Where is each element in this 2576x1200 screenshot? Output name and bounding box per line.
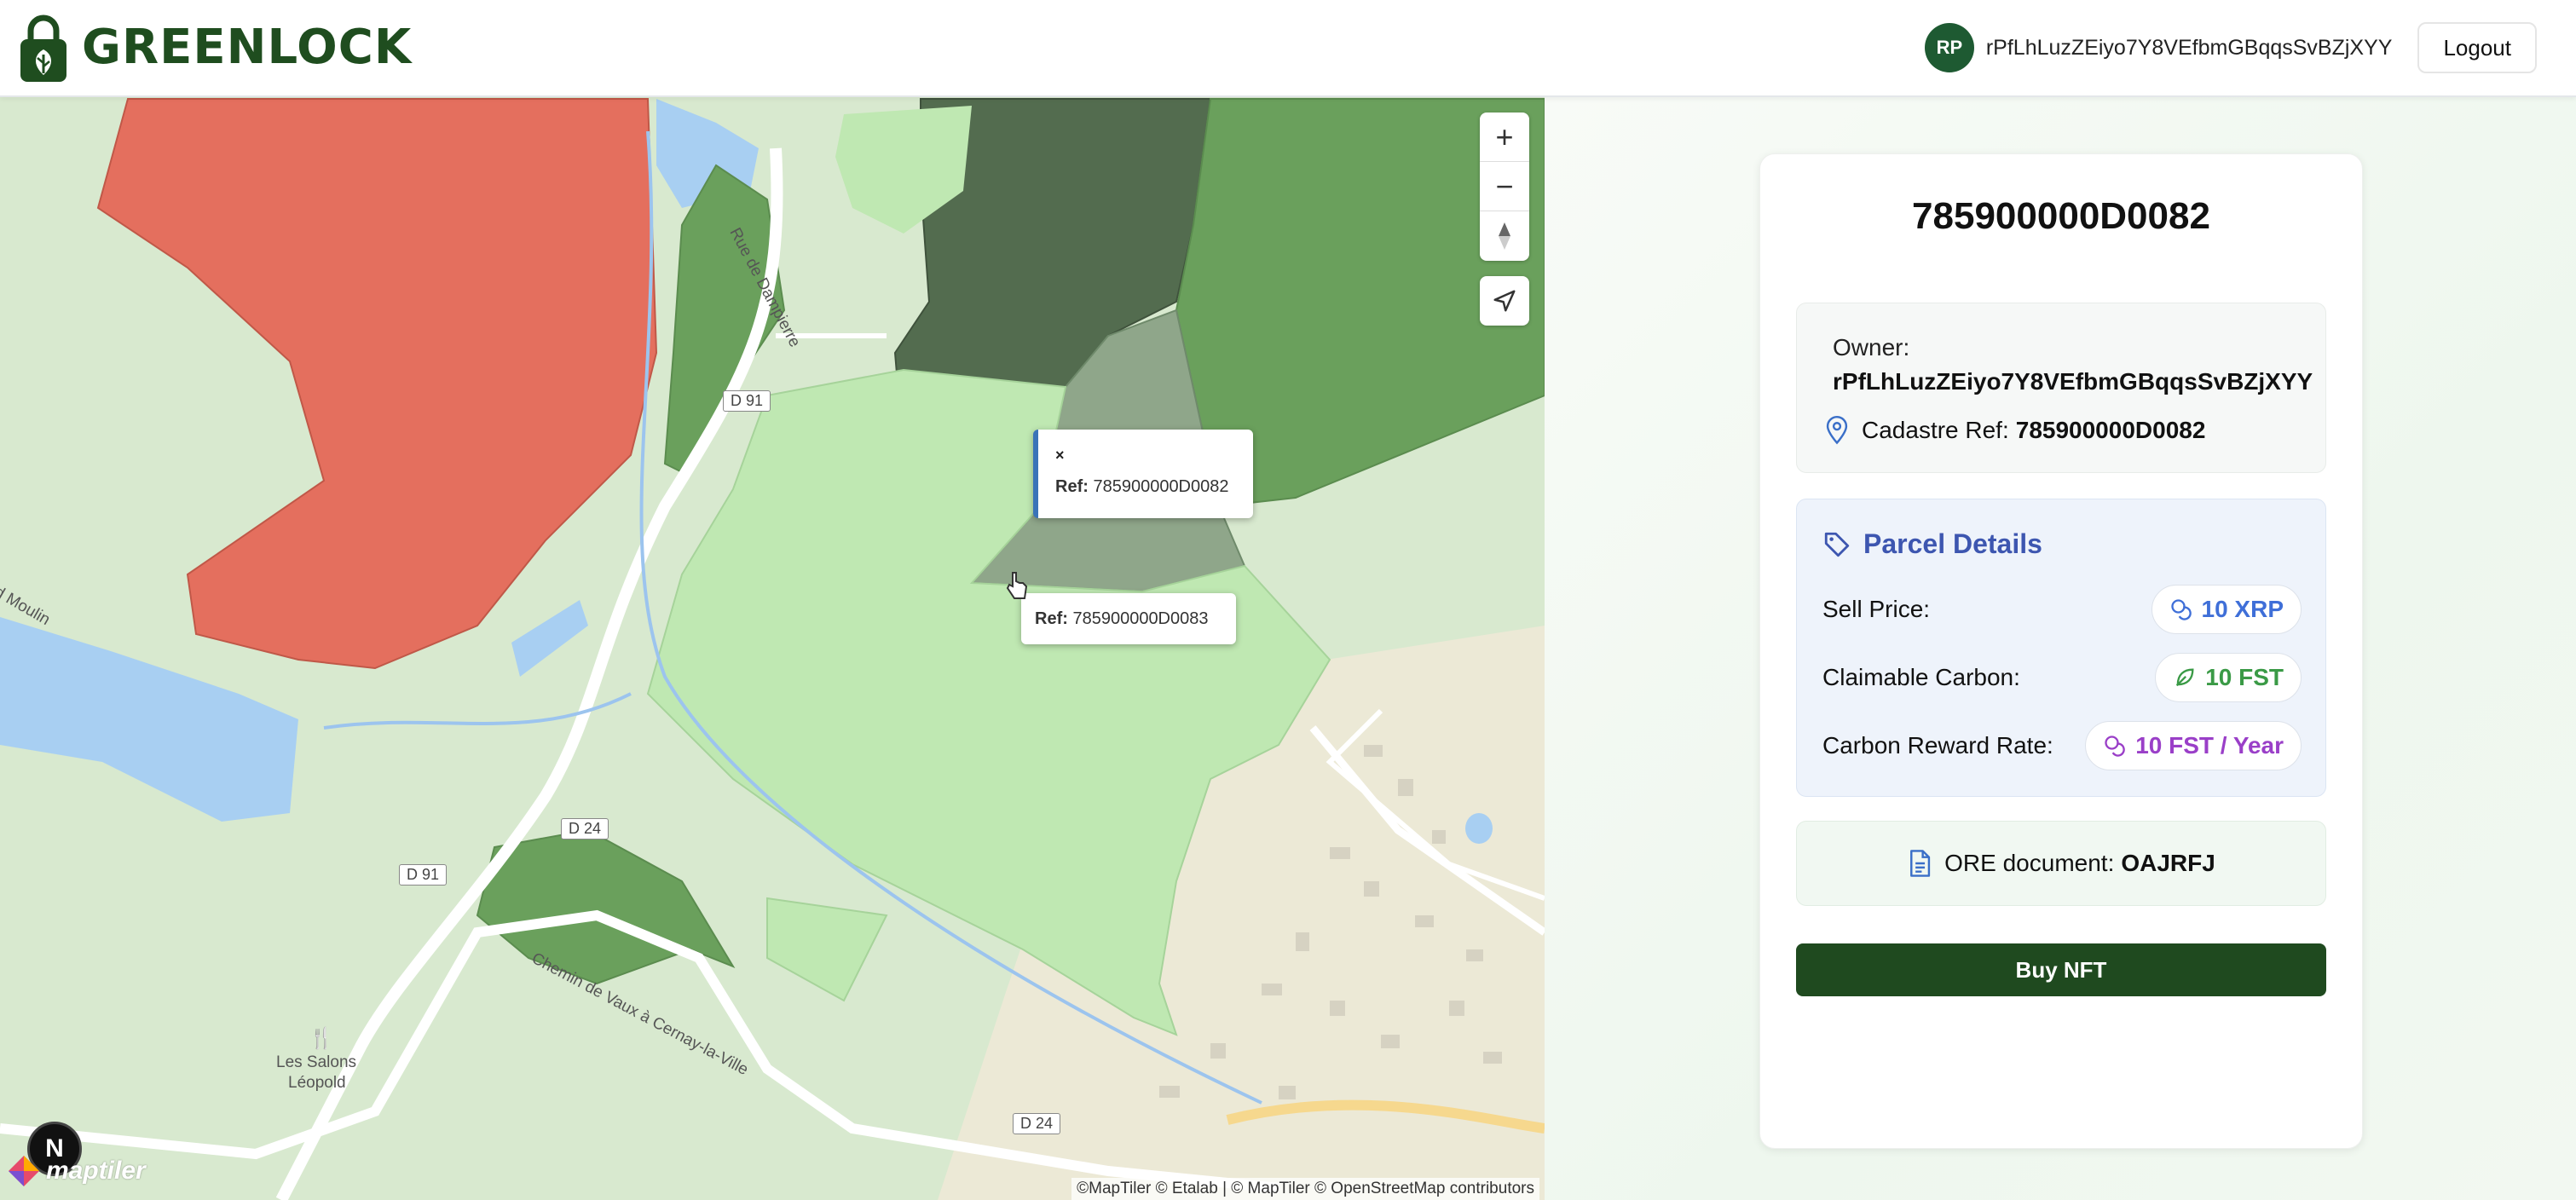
coins-icon: [2170, 599, 2192, 620]
user-area: RP rPfLhLuzZEiyo7Y8VEfbmGBqqsSvBZjXYY Lo…: [1924, 22, 2537, 73]
zoom-controls: + −: [1480, 112, 1529, 261]
parcel-popup: × Ref: 785900000D0082: [1033, 430, 1253, 518]
map-attribution[interactable]: ©MapTiler © Etalab | © MapTiler © OpenSt…: [1071, 1178, 1539, 1200]
sell-price-badge: 10 XRP: [2151, 585, 2302, 634]
cadastre-label: Cadastre Ref:: [1862, 417, 2009, 443]
restaurant-icon: 🍴: [309, 1027, 334, 1050]
reward-rate-row: Carbon Reward Rate: 10 FST / Year: [1822, 721, 2302, 770]
zoom-out-button[interactable]: −: [1480, 162, 1529, 211]
geolocate-button[interactable]: [1480, 276, 1529, 326]
compass-button[interactable]: [1480, 211, 1529, 261]
sell-price-label: Sell Price:: [1822, 596, 1931, 622]
ore-document[interactable]: ORE document: OAJRFJ: [1796, 821, 2326, 906]
tag-icon: [1824, 532, 1850, 557]
parcel-title: 785900000D0082: [1912, 195, 2210, 237]
details-title: Parcel Details: [1863, 528, 2042, 559]
brand[interactable]: GREENLOCK: [19, 12, 412, 84]
parcel-details: Parcel Details Sell Price: 10 XRP Claima…: [1796, 499, 2326, 797]
navigation-arrow-icon: [1493, 290, 1516, 312]
maptiler-logo[interactable]: maptiler: [7, 1154, 146, 1188]
hand-cursor-icon: [1006, 572, 1028, 599]
owner-box: Owner: rPfLhLuzZEiyo7Y8VEfbmGBqqsSvBZjXY…: [1796, 303, 2326, 473]
side-panel: 785900000D0082 Owner: rPfLhLuzZEiyo7Y8VE…: [1545, 97, 2576, 1200]
poi-label: Léopold: [288, 1074, 346, 1092]
cadastre-value: 785900000D0082: [2015, 417, 2206, 443]
buy-nft-button[interactable]: Buy NFT: [1796, 943, 2326, 996]
lock-leaf-logo-icon: [20, 14, 66, 82]
owner-value: rPfLhLuzZEiyo7Y8VEfbmGBqqsSvBZjXYY: [1833, 368, 2313, 395]
coins-icon: [2105, 736, 2125, 757]
claimable-carbon-label: Claimable Carbon:: [1822, 664, 2020, 690]
details-header: Parcel Details: [1822, 528, 2042, 560]
road-label-d91: D 91: [399, 864, 448, 886]
compass-icon: [1499, 222, 1510, 250]
leaf-icon: [2176, 668, 2194, 687]
document-icon: [1910, 850, 1931, 877]
ore-value: OAJRFJ: [2121, 850, 2215, 876]
parcel-tooltip: Ref: 785900000D0083: [1021, 593, 1236, 644]
ore-label: ORE document:: [1944, 850, 2115, 876]
owner-label: Owner:: [1833, 334, 1910, 361]
map-pin-icon: [1826, 416, 1848, 445]
maptiler-icon: [9, 1156, 39, 1186]
road-label-d24: D 24: [1013, 1113, 1061, 1134]
claimable-carbon-badge: 10 FST: [2155, 653, 2302, 702]
cadastre-row: Cadastre Ref: 785900000D0082: [1824, 416, 2205, 445]
popup-ref: Ref: 785900000D0082: [1055, 477, 1229, 496]
avatar[interactable]: RP: [1924, 23, 1974, 72]
brand-name: GREENLOCK: [82, 20, 413, 75]
sell-price-row: Sell Price: 10 XRP: [1822, 585, 2302, 634]
claimable-carbon-row: Claimable Carbon: 10 FST: [1822, 653, 2302, 702]
parcel-card: 785900000D0082 Owner: rPfLhLuzZEiyo7Y8VE…: [1759, 153, 2363, 1149]
user-address: rPfLhLuzZEiyo7Y8VEfbmGBqqsSvBZjXYY: [1985, 35, 2393, 60]
road-label-d24: D 24: [561, 818, 609, 839]
map-view[interactable]: D 91 D 91 D 24 D 24 Rue de Dampierre d M…: [0, 97, 1545, 1200]
road-label-d91: D 91: [723, 390, 771, 412]
popup-close-button[interactable]: ×: [1055, 447, 1065, 464]
reward-rate-label: Carbon Reward Rate:: [1822, 732, 2053, 759]
reward-rate-badge: 10 FST / Year: [2085, 721, 2302, 770]
poi-label: Les Salons: [276, 1053, 357, 1071]
map-canvas[interactable]: [0, 97, 1545, 1200]
zoom-in-button[interactable]: +: [1480, 112, 1529, 162]
app-header: GREENLOCK RP rPfLhLuzZEiyo7Y8VEfbmGBqqsS…: [0, 0, 2576, 97]
logout-button[interactable]: Logout: [2417, 22, 2537, 73]
